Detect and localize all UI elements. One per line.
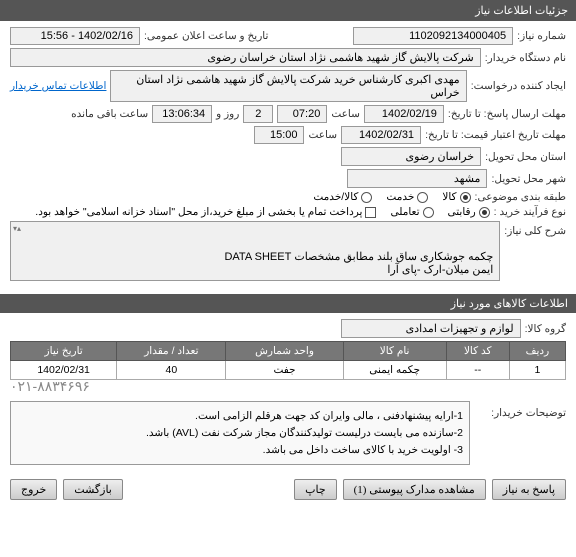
buyer-notes-text: 1-ارایه پیشنهادفنی ، مالی وایران کد جهت … [10,401,470,465]
watermark-phone: ۰۲۱-۸۸۳۴۶۹۶ [10,378,566,395]
validity-time: 15:00 [254,126,304,144]
process-radio-group: رقابتی تعاملی پرداخت تمام یا بخشی از مبل… [35,206,489,218]
col-date: تاریخ نیاز [11,342,117,361]
exit-button[interactable]: خروج [10,479,57,500]
buyer-org-label: نام دستگاه خریدار: [485,52,566,64]
group-label: گروه کالا: [525,323,566,335]
city-value: مشهد [347,169,487,188]
public-announce-label: تاریخ و ساعت اعلان عمومی: [144,30,268,42]
checkbox-label: پرداخت تمام یا بخشی از مبلغ خرید،از محل … [35,206,362,218]
deadline-time-label: ساعت [331,108,360,120]
radio-label: رقابتی [448,206,476,218]
validity-label: مهلت تاریخ اعتبار قیمت: تا تاریخ: [425,129,566,141]
attachments-button[interactable]: مشاهده مدارک پیوستی (1) [343,479,486,500]
radio-label: کالا [442,191,456,203]
radio-icon [479,207,490,218]
footer-bar: پاسخ به نیاز مشاهده مدارک پیوستی (1) چاپ… [0,471,576,508]
deadline-remain-label: ساعت باقی مانده [71,108,148,120]
radio-icon [460,192,471,203]
need-number-label: شماره نیاز: [517,30,566,42]
description-textarea[interactable]: ▴▾ چکمه جوشکاری ساق بلند مطابق مشخصات DA… [10,221,500,281]
requester-value: مهدی اکبری کارشناس خرید شرکت پالایش گاز … [110,70,466,102]
radio-label: خدمت [386,191,414,203]
goods-section-title: اطلاعات کالاهای مورد نیاز [451,298,568,310]
col-qty: تعداد / مقدار [117,342,226,361]
category-option-goods[interactable]: کالا [442,191,470,203]
radio-label: تعاملی [390,206,419,218]
window-title-bar: جزئیات اطلاعات نیاز [0,0,576,21]
table-header-row: ردیف کد کالا نام کالا واحد شمارش تعداد /… [11,342,566,361]
cell-unit: جفت [226,361,343,380]
resize-handle-icon[interactable]: ▴▾ [13,224,21,233]
buyer-org-value: شرکت پالایش گاز شهید هاشمی نژاد استان خر… [10,48,481,67]
cell-name: چکمه ایمنی [343,361,446,380]
cell-code: -- [446,361,509,380]
process-option-interactive[interactable]: تعاملی [390,206,433,218]
treasury-checkbox[interactable]: پرداخت تمام یا بخشی از مبلغ خرید،از محل … [35,206,376,218]
category-option-service[interactable]: خدمت [386,191,428,203]
deadline-date: 1402/02/19 [364,105,444,123]
category-label: طبقه بندی موضوعی: [475,191,566,203]
table-row[interactable]: 1 -- چکمه ایمنی جفت 40 1402/02/31 [11,361,566,380]
process-label: نوع فرآیند خرید : [494,206,566,218]
form-area: شماره نیاز: 1102092134000405 تاریخ و ساع… [0,21,576,290]
description-value: چکمه جوشکاری ساق بلند مطابق مشخصات DATA … [224,251,493,276]
validity-time-label: ساعت [308,129,337,141]
cell-date: 1402/02/31 [11,361,117,380]
col-code: کد کالا [446,342,509,361]
public-announce-value: 1402/02/16 - 15:56 [10,27,140,45]
goods-table: ردیف کد کالا نام کالا واحد شمارش تعداد /… [10,341,566,380]
need-number-value: 1102092134000405 [353,27,513,45]
province-value: خراسان رضوی [341,147,481,166]
validity-date: 1402/02/31 [341,126,421,144]
col-name: نام کالا [343,342,446,361]
process-option-competitive[interactable]: رقابتی [448,206,490,218]
deadline-days: 2 [243,105,273,123]
respond-button[interactable]: پاسخ به نیاز [492,479,566,500]
radio-icon [423,207,434,218]
deadline-time: 07:20 [277,105,327,123]
window-title: جزئیات اطلاعات نیاز [475,5,568,17]
goods-area: گروه کالا: لوازم و تجهیزات امدادی ردیف ک… [0,313,576,471]
city-label: شهر محل تحویل: [491,173,566,185]
back-button[interactable]: بازگشت [63,479,123,500]
requester-label: ایجاد کننده درخواست: [471,80,566,92]
checkbox-icon [365,207,376,218]
radio-icon [361,192,372,203]
deadline-label: مهلت ارسال پاسخ: تا تاریخ: [448,108,566,120]
category-radio-group: کالا خدمت کالا/خدمت [313,191,470,203]
description-label: شرح کلی نیاز: [504,221,566,237]
buyer-notes-label: توضیحات خریدار: [476,401,566,419]
col-unit: واحد شمارش [226,342,343,361]
province-label: استان محل تحویل: [485,151,566,163]
cell-row: 1 [509,361,565,380]
deadline-days-label: روز و [216,108,239,120]
goods-section-header: اطلاعات کالاهای مورد نیاز [0,294,576,313]
deadline-remain-time: 13:06:34 [152,105,212,123]
buyer-contact-link[interactable]: اطلاعات تماس خریدار [10,80,106,92]
category-option-both[interactable]: کالا/خدمت [313,191,372,203]
group-value: لوازم و تجهیزات امدادی [341,319,521,338]
radio-icon [417,192,428,203]
print-button[interactable]: چاپ [294,479,337,500]
col-row: ردیف [509,342,565,361]
cell-qty: 40 [117,361,226,380]
radio-label: کالا/خدمت [313,191,358,203]
